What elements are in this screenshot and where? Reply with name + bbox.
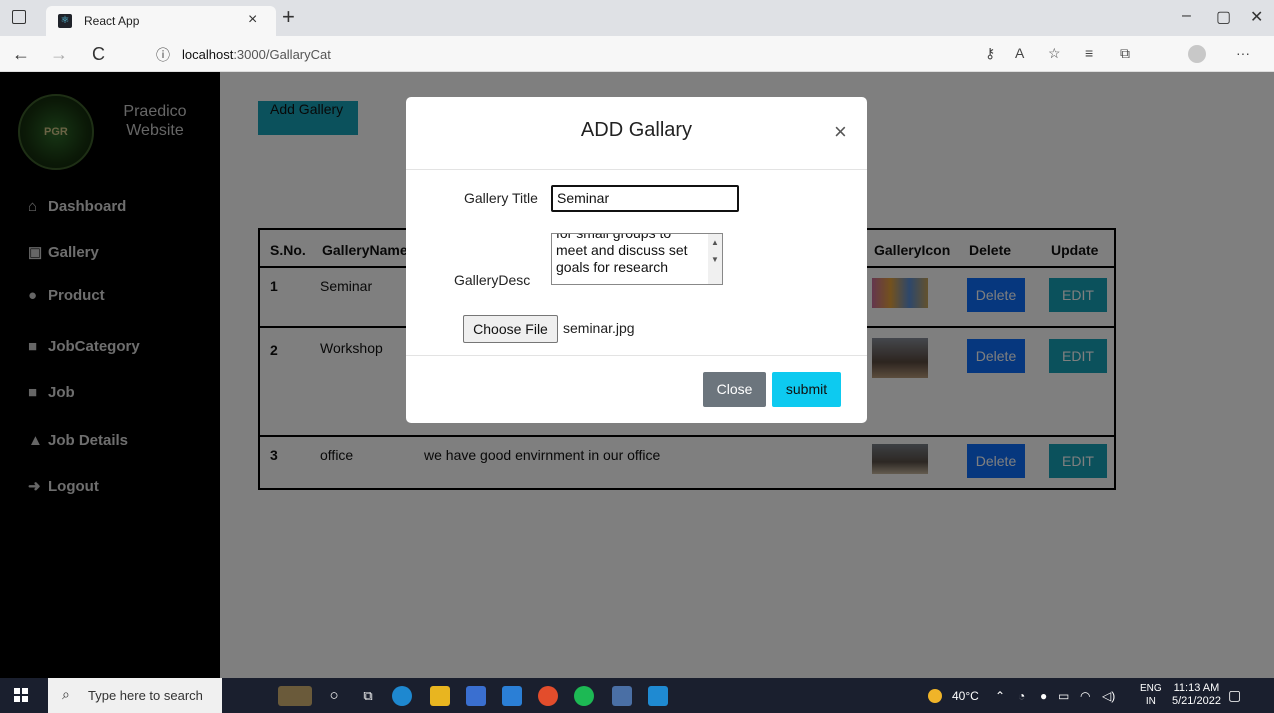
url-text: localhost:3000/GallaryCat — [182, 47, 331, 62]
tray-network-icon[interactable]: ◔ — [1018, 689, 1025, 703]
file-explorer-icon[interactable] — [430, 686, 450, 706]
tab-title: React App — [84, 14, 140, 28]
read-aloud-icon[interactable]: A — [1015, 45, 1024, 61]
site-info-icon[interactable]: ⓘ — [156, 45, 170, 65]
search-placeholder: Type here to search — [88, 688, 203, 703]
profile-avatar[interactable] — [1188, 45, 1206, 63]
chrome-icon[interactable] — [538, 686, 558, 706]
language-indicator[interactable]: ENG IN — [1140, 682, 1162, 708]
favorites-list-icon[interactable]: ≡ — [1085, 45, 1093, 61]
favorite-icon[interactable]: ☆ — [1048, 45, 1061, 62]
microphone-icon[interactable]: ● — [1040, 689, 1047, 703]
tray-expand-icon[interactable]: ⌃ — [995, 689, 1005, 703]
modal-footer-divider — [406, 355, 867, 356]
store-icon[interactable] — [466, 686, 486, 706]
wifi-icon[interactable]: ◠ — [1080, 689, 1090, 703]
gallery-desc-textarea[interactable]: for small groups to meet and discuss set… — [551, 233, 723, 285]
restore-button[interactable]: ▢ — [1216, 7, 1231, 27]
search-icon: ⌕ — [62, 686, 70, 702]
url-field[interactable]: ⓘ localhost:3000/GallaryCat — [140, 41, 960, 67]
gallery-title-label: Gallery Title — [464, 190, 538, 206]
submit-button[interactable]: submit — [772, 372, 841, 407]
key-icon[interactable]: ⚷ — [985, 45, 995, 62]
add-gallery-modal: ADD Gallary × Gallery Title Seminar Gall… — [406, 97, 867, 423]
gallery-title-input[interactable]: Seminar — [551, 185, 739, 212]
notifications-icon[interactable]: ▢ — [1228, 687, 1241, 704]
notepad-icon[interactable] — [612, 686, 632, 706]
news-widget-icon[interactable] — [278, 686, 312, 706]
back-button[interactable]: ← — [12, 44, 30, 65]
clock[interactable]: 11:13 AM 5/21/2022 — [1172, 682, 1221, 708]
modal-title: ADD Gallary — [580, 119, 693, 141]
close-icon[interactable]: × — [834, 119, 847, 145]
browser-tab-bar: ⚛ React App × + – ▢ ✕ — [0, 0, 1274, 36]
forward-button[interactable]: → — [50, 44, 68, 65]
tab-actions-icon[interactable] — [12, 10, 26, 24]
taskbar: ⌕ Type here to search ○ ⧉ 40°C ⌃ ◔ ● ▭ ◠… — [0, 678, 1274, 713]
temperature[interactable]: 40°C — [952, 689, 979, 703]
battery-icon[interactable]: ▭ — [1058, 689, 1069, 703]
window-close-button[interactable]: ✕ — [1250, 7, 1263, 27]
react-favicon-icon: ⚛ — [58, 14, 72, 28]
selected-file-name: seminar.jpg — [563, 320, 635, 336]
refresh-button[interactable]: C — [92, 44, 105, 65]
taskbar-search[interactable]: ⌕ Type here to search — [48, 678, 222, 713]
desc-line: meet and discuss set — [556, 242, 688, 258]
cortana-icon[interactable]: ○ — [324, 686, 344, 706]
address-bar: ← → C ⓘ localhost:3000/GallaryCat ⚷ A ☆ … — [0, 36, 1274, 72]
task-view-icon[interactable]: ⧉ — [358, 686, 378, 706]
new-tab-button[interactable]: + — [282, 4, 295, 30]
more-menu-icon[interactable]: ··· — [1236, 45, 1250, 61]
mail-icon[interactable] — [502, 686, 522, 706]
choose-file-button[interactable]: Choose File — [463, 315, 558, 343]
spotify-icon[interactable] — [574, 686, 594, 706]
desc-line: goals for research — [556, 259, 669, 275]
weather-icon[interactable] — [928, 689, 942, 703]
vscode-icon[interactable] — [648, 686, 668, 706]
close-button[interactable]: Close — [703, 372, 766, 407]
modal-header-divider — [406, 169, 867, 170]
edge-icon[interactable] — [392, 686, 412, 706]
windows-start-icon[interactable] — [14, 688, 28, 702]
gallery-desc-label: GalleryDesc — [454, 272, 531, 288]
desc-line: for small groups to — [556, 233, 672, 241]
volume-icon[interactable]: ◁) — [1102, 689, 1115, 703]
tab-close-icon[interactable]: × — [248, 11, 257, 29]
textarea-scrollbar[interactable]: ▲ ▼ — [708, 234, 722, 284]
collections-icon[interactable]: ⧉ — [1120, 45, 1130, 62]
browser-tab[interactable]: ⚛ React App × — [46, 6, 276, 36]
minimize-button[interactable]: – — [1182, 7, 1191, 25]
